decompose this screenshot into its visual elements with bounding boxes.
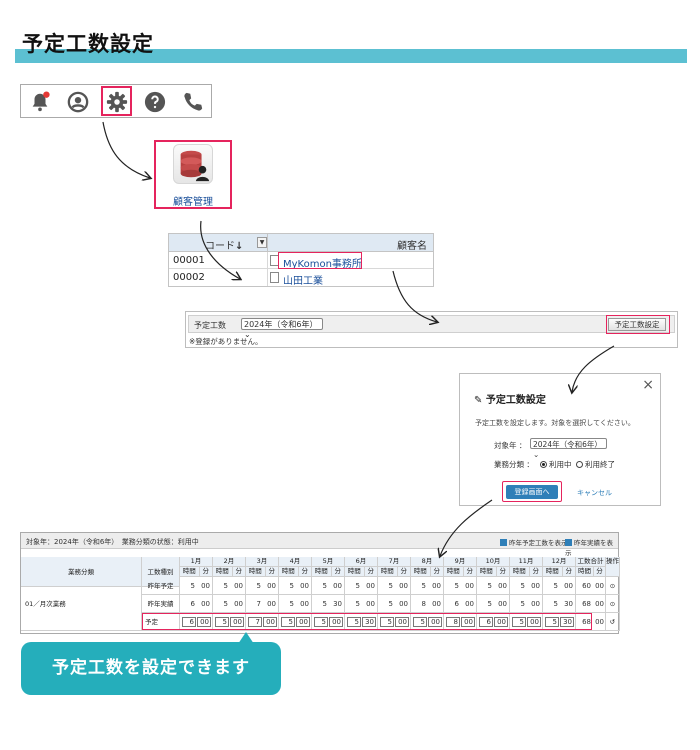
flow-arrow-4	[572, 345, 615, 392]
flow-arrows	[102, 121, 615, 750]
flow-arrow-2	[200, 220, 240, 279]
flow-arrow-5	[440, 499, 493, 556]
flow-arrow-3	[392, 270, 437, 322]
flow-arrow-1	[102, 121, 150, 178]
